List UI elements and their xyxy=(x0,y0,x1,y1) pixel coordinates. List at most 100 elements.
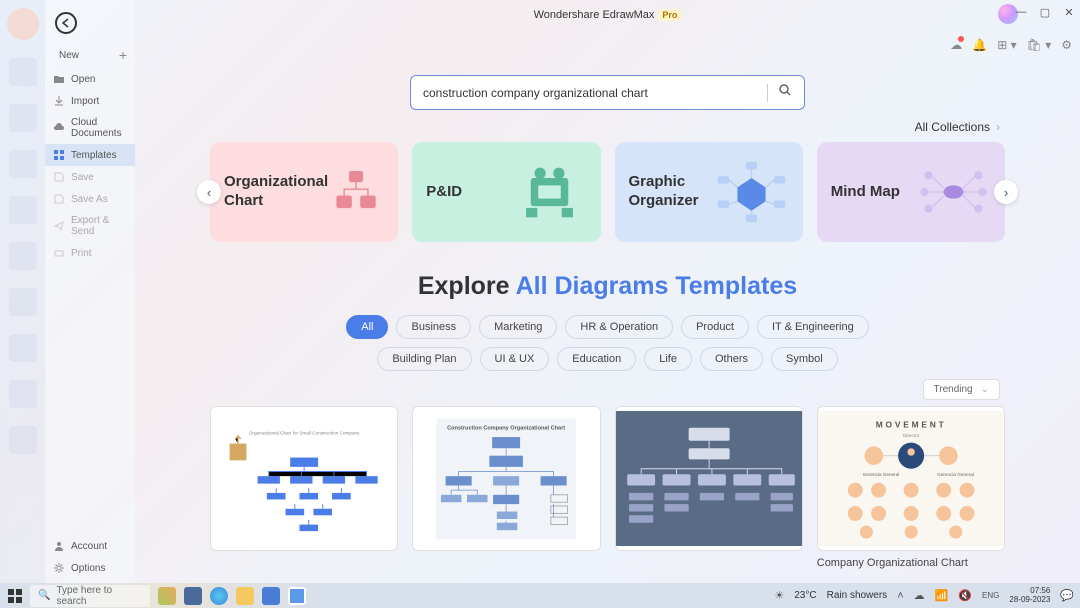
template-thumbnail: Construction Company Organizational Char… xyxy=(413,407,599,550)
sidebar-cloud-documents[interactable]: Cloud Documents xyxy=(45,112,135,144)
filter-education[interactable]: Education xyxy=(557,347,636,371)
app-title: Wondershare EdrawMax xyxy=(534,9,655,21)
sidebar-print: Print xyxy=(45,242,135,264)
pro-badge: Pro xyxy=(658,9,681,21)
taskbar-app-taskview[interactable] xyxy=(184,587,202,605)
import-icon xyxy=(53,95,65,107)
template-card-2[interactable]: Construction Company Organizational Char… xyxy=(412,406,600,569)
template-card-3[interactable] xyxy=(615,406,803,569)
sidebar-save: Save xyxy=(45,166,135,188)
sidebar-open[interactable]: Open xyxy=(45,68,135,90)
filter-ui-ux[interactable]: UI & UX xyxy=(480,347,550,371)
tray-notifications-icon[interactable]: 💬 xyxy=(1060,589,1074,602)
sidebar-new[interactable]: New xyxy=(53,50,79,61)
category-organizational-chart[interactable]: Organizational Chart xyxy=(210,142,398,242)
taskbar-search[interactable]: 🔍 Type here to search xyxy=(30,585,150,607)
sidebar-item-label: Save xyxy=(71,172,94,183)
explore-heading-part1: Explore xyxy=(418,272,516,300)
filter-product[interactable]: Product xyxy=(681,315,749,339)
shopping-icon[interactable]: 🛍 ▾ xyxy=(1027,38,1052,52)
filter-it-engineering[interactable]: IT & Engineering xyxy=(757,315,869,339)
taskbar-app-edrawmax[interactable] xyxy=(288,587,306,605)
taskbar-search-placeholder: Type here to search xyxy=(56,585,142,607)
filter-marketing[interactable]: Marketing xyxy=(479,315,557,339)
category-label: Mind Map xyxy=(831,183,900,202)
tray-weather-temp: 23°C xyxy=(794,590,816,601)
print-icon xyxy=(53,247,65,259)
sidebar-item-label: Account xyxy=(71,541,107,552)
template-thumbnail: MOVEMENT Director Gerencia General Geren… xyxy=(818,407,1004,550)
cloud-icon xyxy=(53,122,65,134)
org-chart-icon xyxy=(328,157,384,227)
titlebar: Wondershare EdrawMax Pro — ▢ ✕ xyxy=(135,0,1080,30)
apps-icon[interactable]: ⊞ ▾ xyxy=(997,38,1016,52)
tray-onedrive-icon[interactable]: ☁ xyxy=(914,589,925,602)
windows-start-button[interactable] xyxy=(8,589,22,603)
sidebar-export-send: Export & Send xyxy=(45,210,135,242)
category-label: Graphic Organizer xyxy=(629,173,699,211)
folder-icon xyxy=(53,73,65,85)
filter-business[interactable]: Business xyxy=(396,315,471,339)
filter-row: All Business Marketing HR & Operation Pr… xyxy=(308,315,908,371)
back-button[interactable] xyxy=(55,12,77,34)
taskbar-app-news[interactable] xyxy=(158,587,176,605)
explore-heading: Explore All Diagrams Templates xyxy=(155,272,1060,301)
category-pid[interactable]: P&ID xyxy=(412,142,600,242)
tray-date: 28-09-2023 xyxy=(1009,596,1050,605)
settings-icon[interactable]: ⚙ xyxy=(1061,38,1072,52)
file-sidebar: New + Open Import Cloud Documents Templa… xyxy=(45,0,135,583)
category-next-button[interactable]: › xyxy=(994,180,1018,204)
notification-icon[interactable]: 🔔 xyxy=(972,38,987,52)
template-title: Company Organizational Chart xyxy=(817,557,1005,569)
tray-wifi-icon[interactable]: 📶 xyxy=(935,589,949,602)
template-card-1[interactable]: Organizational Chart for Small Construct… xyxy=(210,406,398,569)
tray-weather-icon[interactable]: ☀ xyxy=(774,589,784,602)
sidebar-save-as: Save As xyxy=(45,188,135,210)
tray-language-icon[interactable]: ENG xyxy=(982,591,999,600)
all-collections-link[interactable]: All Collections xyxy=(155,120,1060,134)
template-thumbnail: Organizational Chart for Small Construct… xyxy=(211,407,397,550)
svg-text:Organizational Chart for Small: Organizational Chart for Small Construct… xyxy=(249,430,360,435)
filter-all[interactable]: All xyxy=(346,315,388,339)
new-plus-button[interactable]: + xyxy=(119,47,127,63)
svg-text:Gerencia General: Gerencia General xyxy=(862,472,899,477)
filter-others[interactable]: Others xyxy=(700,347,763,371)
maximize-button[interactable]: ▢ xyxy=(1038,6,1052,19)
tray-chevron-up-icon[interactable]: ˄ xyxy=(897,590,903,602)
sidebar-item-label: Import xyxy=(71,96,99,107)
filter-building-plan[interactable]: Building Plan xyxy=(377,347,471,371)
category-prev-button[interactable]: ‹ xyxy=(197,180,221,204)
sort-selected-label: Trending xyxy=(934,384,973,395)
filter-symbol[interactable]: Symbol xyxy=(771,347,838,371)
template-card-4[interactable]: MOVEMENT Director Gerencia General Geren… xyxy=(817,406,1005,569)
taskbar-app-edge[interactable] xyxy=(210,587,228,605)
svg-text:Director: Director xyxy=(903,433,920,438)
tray-datetime[interactable]: 07:56 28-09-2023 xyxy=(1009,587,1050,605)
cloud-sync-icon[interactable]: ☁ xyxy=(950,38,962,52)
category-mind-map[interactable]: Mind Map xyxy=(817,142,1005,242)
search-input[interactable] xyxy=(423,86,757,100)
sidebar-item-label: Cloud Documents xyxy=(71,117,127,139)
close-button[interactable]: ✕ xyxy=(1062,6,1076,19)
filter-hr-operation[interactable]: HR & Operation xyxy=(565,315,673,339)
search-icon[interactable] xyxy=(778,83,792,102)
search-box xyxy=(410,75,805,110)
svg-text:Gerencia General: Gerencia General xyxy=(937,472,974,477)
mind-map-icon xyxy=(916,157,991,227)
taskbar-app-word[interactable] xyxy=(262,587,280,605)
export-icon xyxy=(53,220,65,232)
sort-dropdown[interactable]: Trending xyxy=(923,379,1001,400)
user-icon xyxy=(53,540,65,552)
tray-weather-desc: Rain showers xyxy=(827,590,888,601)
filter-life[interactable]: Life xyxy=(644,347,692,371)
minimize-button[interactable]: — xyxy=(1014,6,1028,19)
sidebar-account[interactable]: Account xyxy=(45,535,135,557)
sidebar-options[interactable]: Options xyxy=(45,557,135,579)
pid-icon xyxy=(512,157,587,227)
tray-volume-icon[interactable]: 🔇 xyxy=(958,589,972,602)
category-graphic-organizer[interactable]: Graphic Organizer xyxy=(615,142,803,242)
sidebar-import[interactable]: Import xyxy=(45,90,135,112)
windows-taskbar: 🔍 Type here to search ☀ 23°C Rain shower… xyxy=(0,583,1080,608)
taskbar-app-explorer[interactable] xyxy=(236,587,254,605)
sidebar-templates[interactable]: Templates xyxy=(45,144,135,166)
